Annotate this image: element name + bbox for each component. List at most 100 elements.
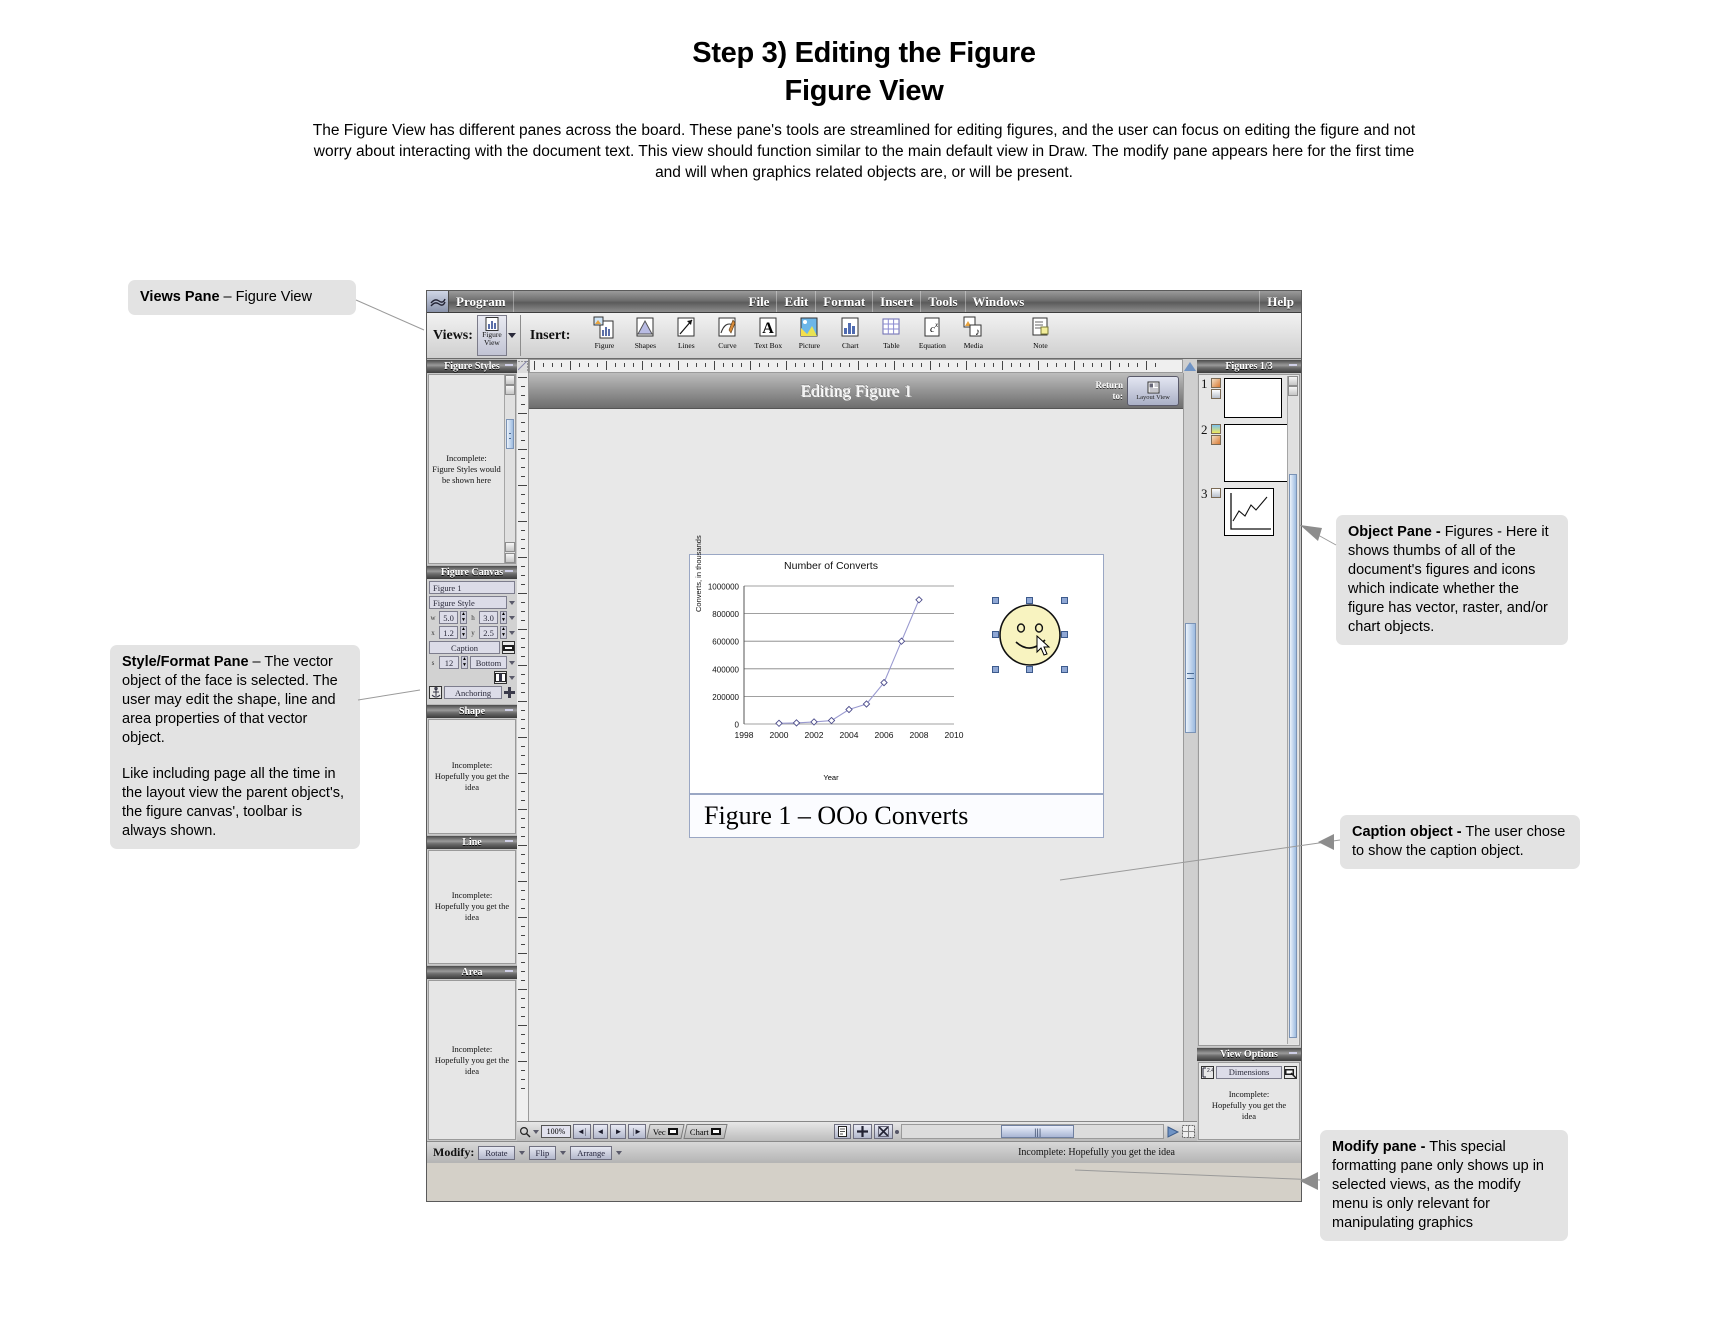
minimize-icon[interactable] bbox=[505, 570, 513, 572]
minimize-icon[interactable] bbox=[1289, 364, 1297, 366]
insert-chart-tool[interactable]: Chart bbox=[830, 313, 870, 350]
minimize-icon[interactable] bbox=[1289, 1052, 1297, 1054]
move-mode-icon[interactable] bbox=[852, 1124, 872, 1139]
x-position-input[interactable]: 1.2 bbox=[439, 626, 458, 639]
minimize-icon[interactable] bbox=[505, 709, 513, 711]
area-pane-header[interactable]: Area bbox=[427, 965, 517, 980]
height-input[interactable]: 3.0 bbox=[479, 611, 498, 624]
line-pane-header[interactable]: Line bbox=[427, 834, 517, 849]
tab-vec[interactable]: Vec bbox=[646, 1124, 685, 1139]
scroll-page-down-icon[interactable] bbox=[505, 542, 515, 552]
dimensions-button[interactable]: Dimensions bbox=[1216, 1066, 1282, 1079]
horizontal-scroll-thumb[interactable] bbox=[1001, 1125, 1075, 1138]
figure-list-item[interactable]: 2 bbox=[1201, 423, 1297, 482]
figure-object[interactable]: Number of Converts Converts, in thousand… bbox=[689, 535, 1104, 794]
caption-object[interactable]: Figure 1 – OOo Converts bbox=[689, 794, 1104, 838]
figure-style-select[interactable]: Figure Style bbox=[429, 596, 507, 609]
insert-note-tool[interactable]: Note bbox=[1020, 313, 1060, 350]
chevron-down-icon[interactable] bbox=[509, 615, 515, 620]
chevron-down-icon[interactable] bbox=[509, 630, 515, 635]
resize-handle-n[interactable] bbox=[1026, 597, 1033, 604]
insert-picture-tool[interactable]: Picture bbox=[789, 313, 829, 350]
caption-toggle-icon[interactable] bbox=[502, 641, 515, 654]
dimension-measure-icon[interactable]: 2.4" bbox=[1201, 1066, 1214, 1079]
figure-thumbnail[interactable] bbox=[1224, 488, 1274, 536]
menu-file[interactable]: File bbox=[742, 291, 778, 312]
resize-handle-s[interactable] bbox=[1026, 666, 1033, 673]
anchoring-button[interactable]: Anchoring bbox=[444, 686, 502, 699]
add-icon[interactable] bbox=[504, 687, 515, 698]
caption-button[interactable]: Caption bbox=[429, 641, 500, 654]
vertical-ruler[interactable] bbox=[517, 373, 529, 1121]
figure-styles-scrollbar[interactable] bbox=[504, 375, 515, 563]
arrange-button[interactable]: Arrange bbox=[570, 1145, 613, 1160]
horizontal-scrollbar[interactable] bbox=[900, 1124, 1164, 1139]
height-stepper[interactable]: ▲ ▼ bbox=[500, 611, 507, 624]
y-position-input[interactable]: 2.5 bbox=[479, 626, 498, 639]
last-page-button[interactable]: |► bbox=[628, 1124, 646, 1139]
previous-page-button[interactable]: ◄ bbox=[592, 1124, 609, 1139]
figure-thumbnail[interactable] bbox=[1223, 424, 1297, 482]
figure-styles-pane-header[interactable]: Figure Styles bbox=[427, 359, 517, 373]
flip-button[interactable]: Flip bbox=[528, 1145, 557, 1160]
menu-format[interactable]: Format bbox=[816, 291, 874, 312]
rotate-button[interactable]: Rotate bbox=[478, 1145, 515, 1160]
zoom-dropdown-icon[interactable] bbox=[533, 1129, 539, 1134]
hide-dimensions-icon[interactable] bbox=[1284, 1066, 1297, 1079]
resize-handle-se[interactable] bbox=[1061, 666, 1068, 673]
menu-tools[interactable]: Tools bbox=[921, 291, 966, 312]
minimize-icon[interactable] bbox=[505, 364, 513, 366]
selection-mode-icon[interactable] bbox=[833, 1124, 851, 1139]
chevron-down-icon[interactable] bbox=[616, 1150, 623, 1155]
horizontal-ruler[interactable] bbox=[529, 359, 1183, 373]
figure-name-input[interactable]: Figure 1 bbox=[429, 581, 515, 594]
caption-position-select[interactable]: Bottom bbox=[470, 656, 507, 669]
views-dropdown-arrow[interactable] bbox=[507, 313, 517, 358]
figure-thumbnail[interactable] bbox=[1224, 378, 1282, 418]
resize-handle-w[interactable] bbox=[992, 631, 999, 638]
chevron-down-icon[interactable] bbox=[509, 675, 515, 680]
resize-handle-nw[interactable] bbox=[992, 597, 999, 604]
figures-scrollbar[interactable] bbox=[1287, 376, 1298, 1044]
resize-handle-sw[interactable] bbox=[992, 666, 999, 673]
views-figure-view-button[interactable]: Figure View bbox=[476, 315, 507, 356]
chevron-down-icon[interactable] bbox=[509, 660, 515, 665]
insert-equation-tool[interactable]: c x Equation bbox=[912, 313, 952, 350]
scroll-page-up-icon[interactable] bbox=[505, 385, 515, 395]
zoom-level-input[interactable]: 100% bbox=[541, 1125, 571, 1138]
caption-size-input[interactable]: 12 bbox=[439, 656, 459, 669]
smiley-face-object[interactable] bbox=[990, 595, 1070, 675]
x-stepper[interactable]: ▲ ▼ bbox=[460, 626, 467, 639]
minimize-icon[interactable] bbox=[505, 839, 513, 842]
menu-program[interactable]: Program bbox=[449, 291, 514, 312]
width-stepper[interactable]: ▲ ▼ bbox=[460, 611, 467, 624]
zoom-search-icon[interactable] bbox=[519, 1126, 531, 1138]
figure-list-item[interactable]: 3 bbox=[1201, 487, 1297, 536]
minimize-icon[interactable] bbox=[505, 970, 513, 973]
insert-table-tool[interactable]: Table bbox=[871, 313, 911, 350]
insert-lines-tool[interactable]: Lines bbox=[666, 313, 706, 350]
scroll-up-arrow-icon[interactable] bbox=[505, 375, 515, 385]
ruler-corner-icon[interactable] bbox=[517, 359, 529, 373]
menu-windows[interactable]: Windows bbox=[966, 291, 1032, 312]
width-input[interactable]: 5.0 bbox=[439, 611, 458, 624]
split-view-icon[interactable] bbox=[1182, 1125, 1195, 1138]
first-page-button[interactable]: ◄| bbox=[573, 1124, 591, 1139]
menu-insert[interactable]: Insert bbox=[873, 291, 922, 312]
scroll-page-up-icon[interactable] bbox=[1288, 386, 1298, 396]
figure-list-item[interactable]: 1 bbox=[1201, 377, 1297, 418]
chevron-down-icon[interactable] bbox=[518, 1150, 525, 1155]
figures-scroll-thumb[interactable] bbox=[1289, 474, 1297, 1038]
document-vertical-scrollbar[interactable] bbox=[1183, 373, 1197, 1121]
insert-shapes-tool[interactable]: Shapes bbox=[625, 313, 665, 350]
return-to-layout-view-button[interactable]: Layout View bbox=[1127, 376, 1179, 406]
figures-pane-header[interactable]: Figures 1/3 bbox=[1197, 359, 1301, 373]
tab-chart[interactable]: Chart bbox=[683, 1124, 728, 1139]
close-object-icon[interactable] bbox=[873, 1124, 893, 1139]
scroll-right-arrow-icon[interactable] bbox=[1166, 1125, 1180, 1139]
scrollbar-thumb[interactable] bbox=[506, 419, 514, 449]
figures-thumbnail-list[interactable]: 1 2 3 bbox=[1198, 374, 1300, 1046]
y-stepper[interactable]: ▲ ▼ bbox=[500, 626, 507, 639]
resize-handle-ne[interactable] bbox=[1061, 597, 1068, 604]
figure-canvas-surface[interactable]: Number of Converts Converts, in thousand… bbox=[529, 409, 1183, 1121]
